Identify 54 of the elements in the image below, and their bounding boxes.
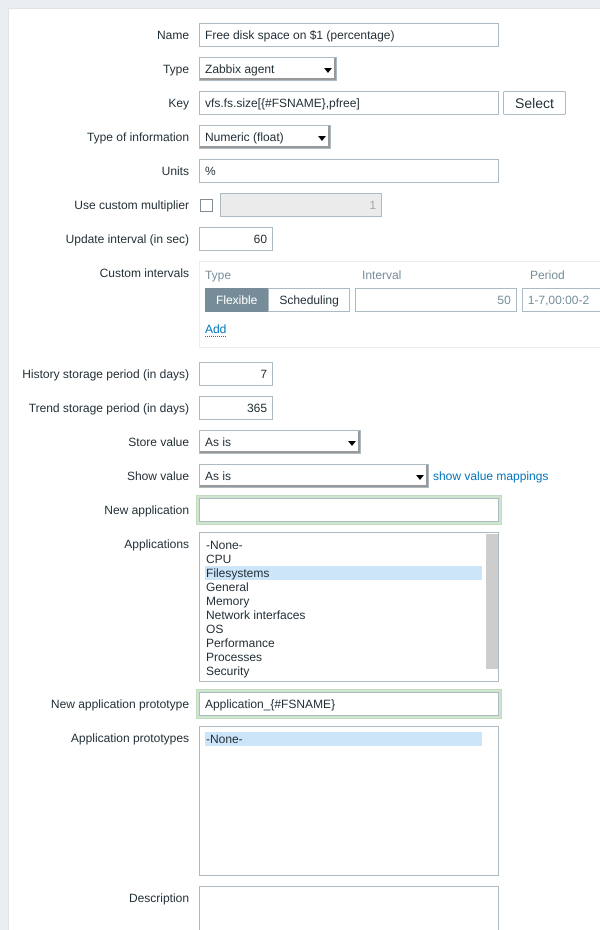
list-option[interactable]: Memory: [205, 594, 482, 608]
field-label: Applications: [123, 536, 189, 553]
field-label: Custom intervals: [98, 265, 189, 282]
field-label: Type: [162, 61, 189, 78]
description-field[interactable]: [199, 886, 499, 930]
mode-toggle[interactable]: Scheduling: [268, 288, 350, 312]
field-label: Application prototypes: [70, 730, 189, 747]
dropdown-caret-icon: [318, 136, 326, 141]
field-label: Units: [160, 163, 189, 180]
dropdown-caret-icon: [348, 441, 356, 446]
listbox[interactable]: -None-: [199, 726, 499, 876]
field-label: History storage period (in days): [21, 366, 189, 383]
number-field[interactable]: 60: [199, 227, 273, 251]
list-option[interactable]: Performance: [205, 636, 482, 650]
field-label: Description: [128, 890, 189, 907]
dropdown-caret-icon: [324, 68, 332, 73]
field-label: New application: [103, 502, 189, 519]
dropdown-caret-icon: [416, 475, 424, 480]
dropdown[interactable]: As is: [199, 464, 429, 488]
field-label: Use custom multiplier: [73, 197, 189, 214]
text-field[interactable]: vfs.fs.size[{#FSNAME},pfree]: [199, 91, 499, 115]
field-label: Store value: [127, 434, 189, 451]
list-option[interactable]: General: [205, 580, 482, 594]
column-header: Interval: [362, 267, 402, 283]
text-field[interactable]: Application_{#FSNAME}: [199, 692, 499, 716]
listbox[interactable]: -None- CPU Filesystems General Memory Network interfaces OS Performance Processes Security: [199, 532, 499, 682]
field-label: Type of information: [86, 129, 189, 146]
list-option[interactable]: -None-: [205, 538, 482, 552]
field-label: Trend storage period (in days): [28, 400, 189, 417]
scrollbar[interactable]: [486, 534, 498, 669]
field-label: Name: [156, 27, 189, 44]
list-option[interactable]: OS: [205, 622, 482, 636]
list-option[interactable]: Filesystems: [205, 566, 482, 580]
list-option[interactable]: -None-: [205, 732, 482, 746]
select-button[interactable]: Select: [503, 91, 566, 115]
dropdown[interactable]: Numeric (float): [199, 125, 331, 149]
text-field[interactable]: Free disk space on $1 (percentage): [199, 23, 499, 47]
dropdown[interactable]: Zabbix agent: [199, 57, 337, 81]
field-label: New application prototype: [50, 696, 189, 713]
dropdown[interactable]: As is: [199, 430, 361, 454]
number-field[interactable]: 7: [199, 362, 273, 386]
column-header: Type: [205, 267, 232, 283]
number-field[interactable]: 365: [199, 396, 273, 420]
list-option[interactable]: CPU: [205, 552, 482, 566]
text-field[interactable]: %: [199, 159, 499, 183]
field-label: Update interval (in sec): [64, 231, 189, 248]
list-option[interactable]: Network interfaces: [205, 608, 482, 622]
list-option[interactable]: Security: [205, 664, 482, 678]
show-value-mappings-link[interactable]: show value mappings: [433, 469, 548, 483]
field-label: Show value: [126, 468, 189, 485]
column-header: Period: [530, 267, 566, 283]
list-option[interactable]: Processes: [205, 650, 482, 664]
field-label: Key: [167, 95, 189, 112]
add-link[interactable]: Add: [205, 322, 226, 337]
